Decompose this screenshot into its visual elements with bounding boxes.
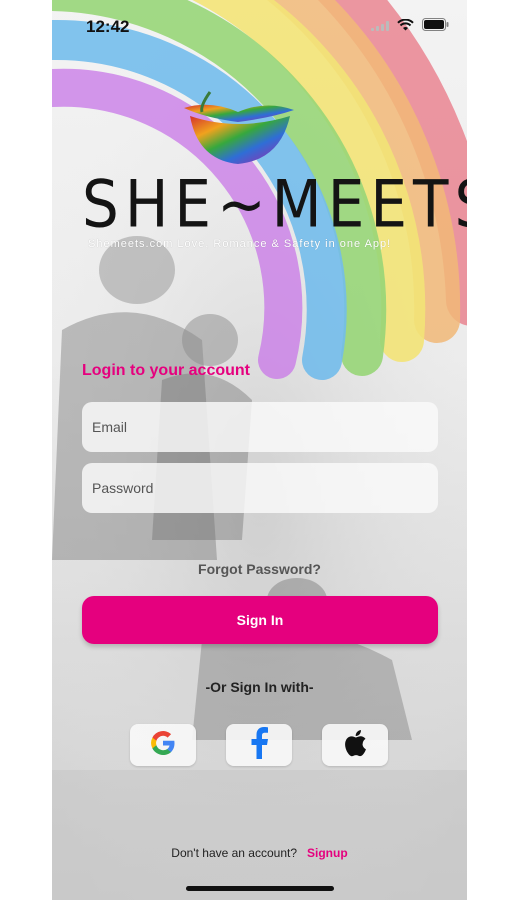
sign-in-button[interactable]: Sign In [82,596,438,644]
lips-logo-icon [184,91,294,164]
brand-wordmark: SHE~MEETS [82,165,467,243]
password-field[interactable] [82,463,438,513]
apple-icon [343,729,367,762]
signup-link[interactable]: Signup [307,846,348,860]
facebook-sign-in-button[interactable] [226,724,292,766]
status-icons [371,18,449,36]
login-title: Login to your account [82,362,250,379]
email-field[interactable] [82,402,438,452]
wifi-icon [397,18,414,36]
status-time: 12:42 [86,17,130,36]
facebook-icon [248,726,270,764]
signal-icon [371,18,389,36]
status-bar: 12:42 [52,0,467,54]
or-sign-in-with-label: -Or Sign In with- [205,679,314,695]
battery-icon [422,18,449,36]
forgot-password-link[interactable]: Forgot Password? [52,561,467,577]
home-indicator[interactable] [186,886,334,891]
apple-sign-in-button[interactable] [322,724,388,766]
google-sign-in-button[interactable] [130,724,196,766]
brand-tagline: Shemeets.com Love, Romance & Safety in o… [88,238,392,250]
signup-prompt-row: Don't have an account? Signup [52,846,467,860]
phone-screen: 12:42 SHE~MEETS Shemeets.com Love, Roman… [52,0,467,900]
google-icon [149,729,177,762]
no-account-text: Don't have an account? [171,846,298,860]
